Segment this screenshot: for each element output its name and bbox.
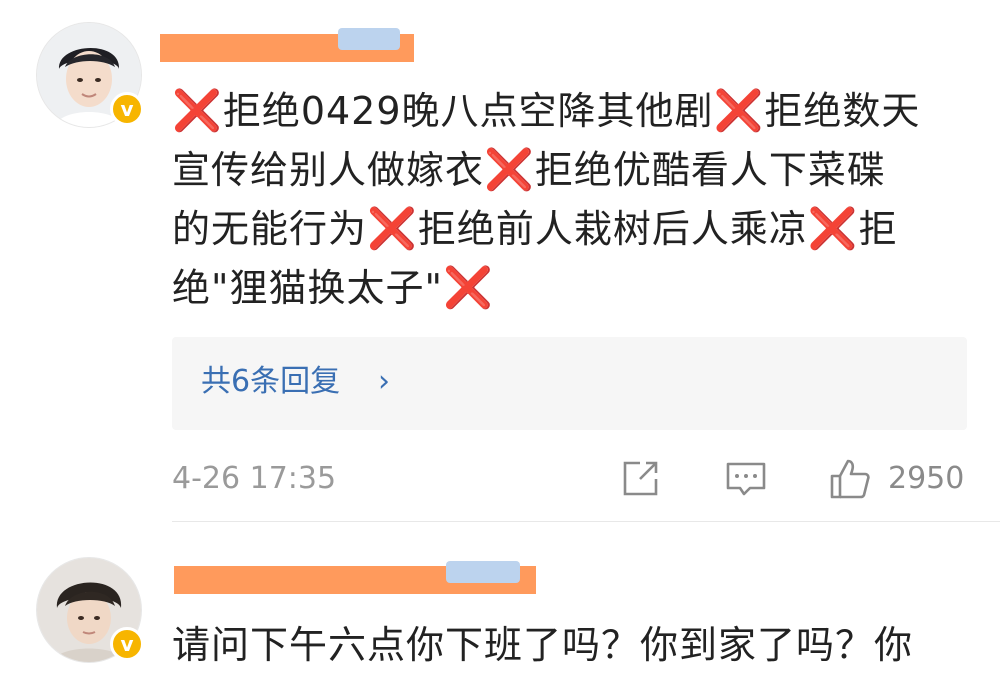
like-icon[interactable]: [828, 457, 872, 501]
view-replies-link[interactable]: 共6条回复: [201, 362, 340, 402]
comment-text: 绝"狸猫换太子": [172, 266, 443, 310]
username-redaction-tail: [338, 28, 400, 50]
comment-icon[interactable]: [724, 457, 768, 501]
cross-mark-icon: ❌: [367, 206, 418, 252]
comment-line-4: 绝"狸猫换太子"❌: [172, 259, 972, 318]
cross-mark-icon: ❌: [807, 206, 859, 252]
username-redaction-tail: [446, 561, 520, 583]
comment-text: 请问下午六点你下班了吗？你到家了吗？你: [172, 623, 914, 667]
like-count: 2950: [888, 461, 965, 496]
comment-body: 请问下午六点你下班了吗？你到家了吗？你: [172, 616, 1000, 675]
timestamp: 4-26 17:35: [172, 461, 337, 496]
comment-divider: [172, 521, 1000, 522]
comment-line-2: 宣传给别人做嫁衣❌拒绝优酷看人下菜碟: [172, 141, 972, 200]
cross-mark-icon: ❌: [484, 147, 535, 193]
comment-actions: 4-26 17:35 2950: [172, 455, 972, 503]
chevron-right-icon: ›: [378, 364, 390, 399]
verified-badge-icon: v: [110, 92, 144, 126]
cross-mark-icon: ❌: [713, 88, 765, 134]
cross-mark-icon: ❌: [442, 265, 494, 311]
comment-text: 拒绝优酷看人下菜碟: [534, 148, 886, 192]
comment-text: 拒绝0429晚八点空降其他剧: [222, 89, 714, 133]
comment-text: 拒绝数天: [764, 89, 921, 133]
avatar-comment-1[interactable]: v: [36, 22, 144, 128]
comment-text: 拒: [858, 207, 898, 251]
comment-line-1: ❌拒绝0429晚八点空降其他剧❌拒绝数天: [172, 82, 972, 141]
verified-badge-icon: v: [110, 627, 144, 661]
comment-text: 的无能行为: [172, 207, 368, 251]
avatar-comment-2[interactable]: v: [36, 557, 144, 663]
cross-mark-icon: ❌: [172, 88, 223, 134]
comment-body: ❌拒绝0429晚八点空降其他剧❌拒绝数天 宣传给别人做嫁衣❌拒绝优酷看人下菜碟 …: [172, 82, 972, 318]
share-icon[interactable]: [618, 457, 662, 501]
replies-panel[interactable]: 共6条回复 ›: [172, 337, 967, 430]
comment-text: 拒绝前人栽树后人乘凉: [417, 207, 808, 251]
comment-line-3: 的无能行为❌拒绝前人栽树后人乘凉❌拒: [172, 200, 972, 259]
comment-text: 宣传给别人做嫁衣: [172, 148, 485, 192]
